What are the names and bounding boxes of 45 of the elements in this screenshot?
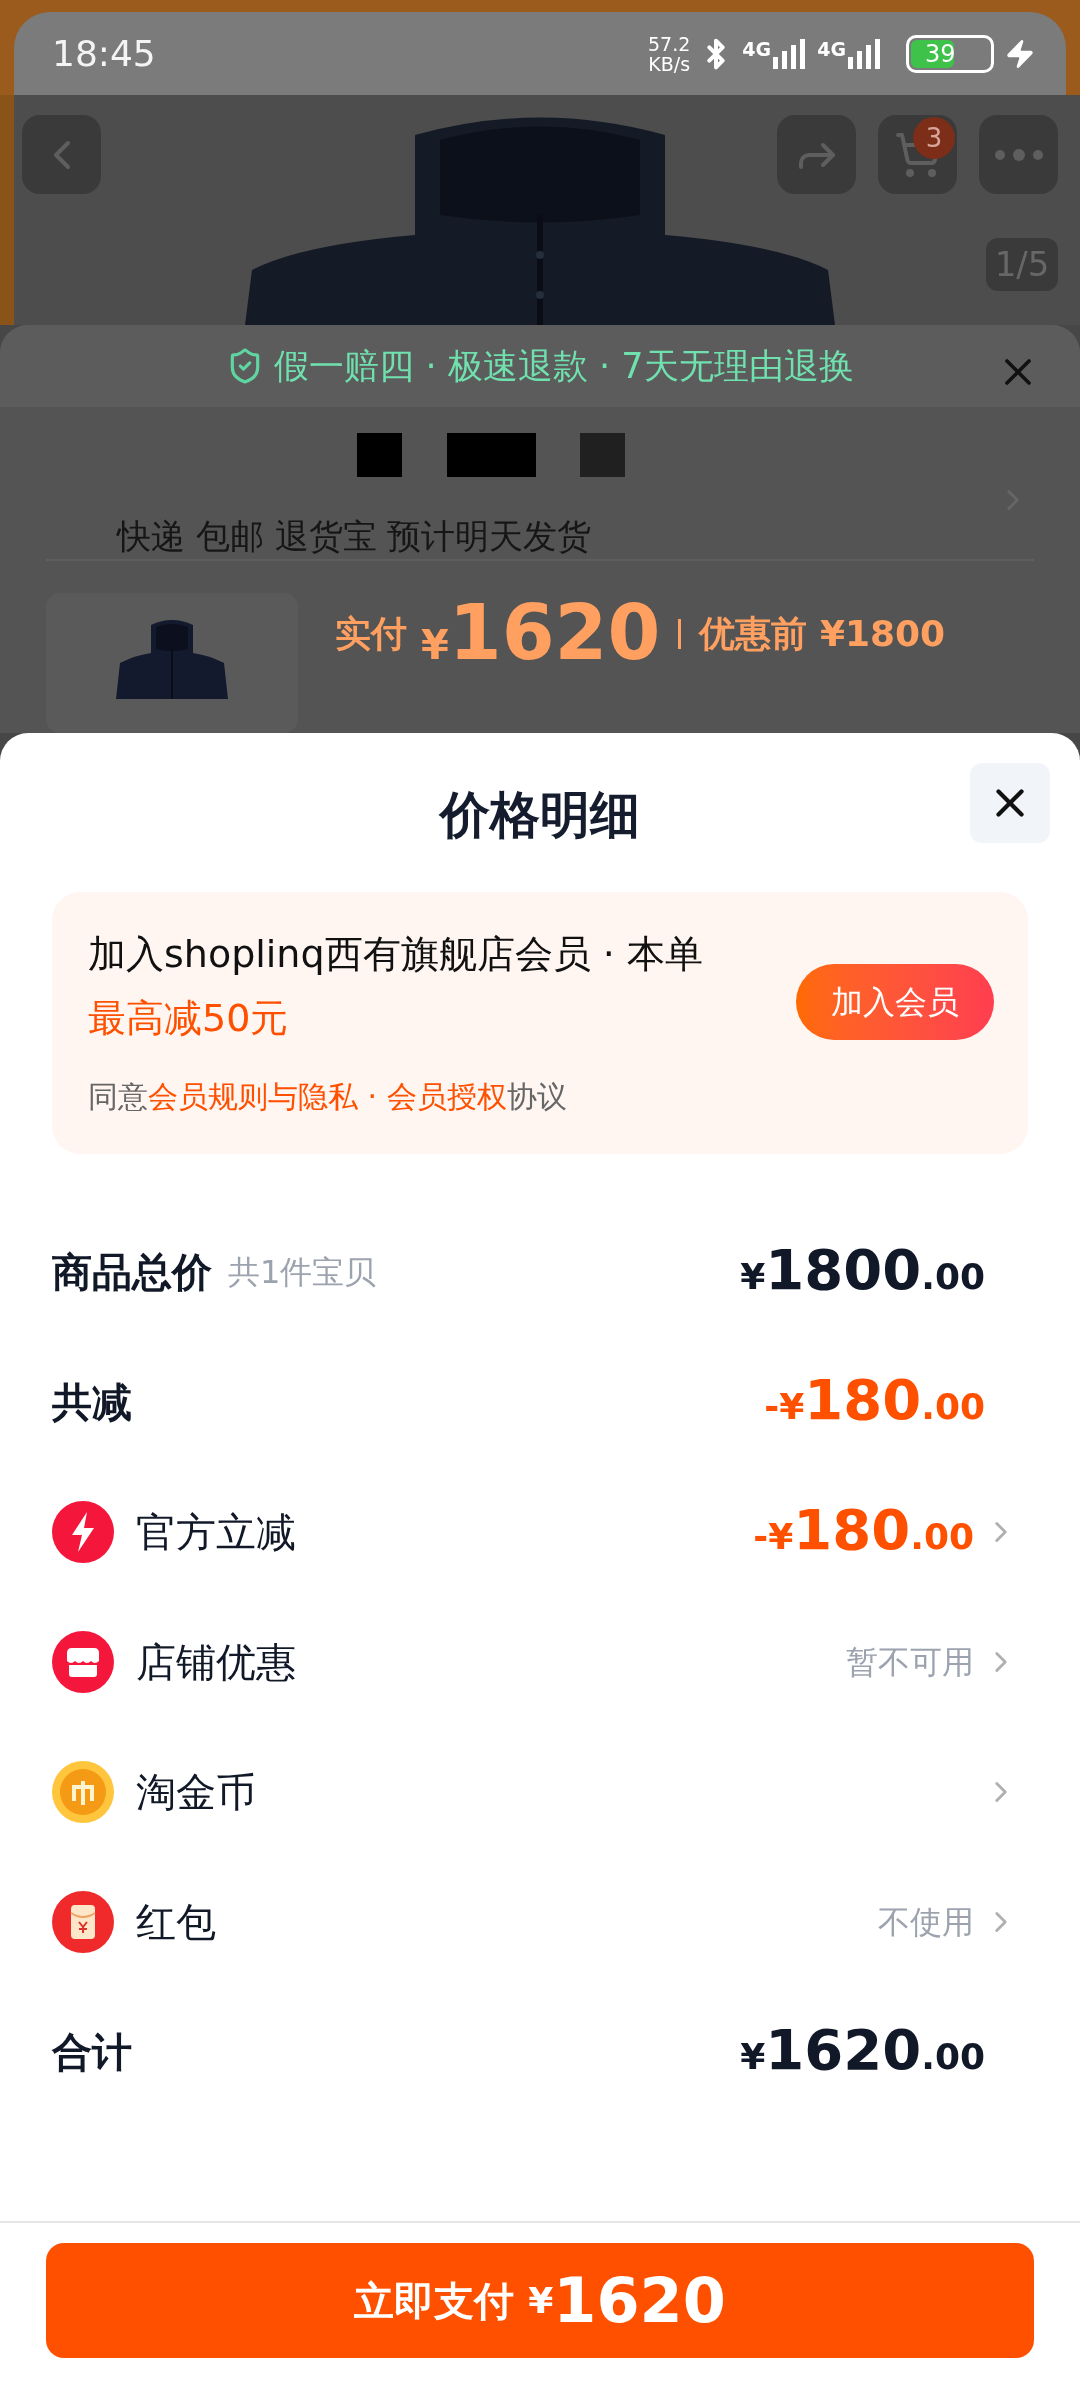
clock-time: 18:45	[52, 31, 156, 76]
paid-label: 实付	[335, 612, 407, 656]
signal-icon	[848, 38, 882, 69]
agreement-text: 同意会员规则与隐私 · 会员授权协议	[88, 1078, 568, 1116]
shipping-info: 快递 包邮 退货宝 预计明天发货	[117, 515, 592, 559]
item-count: 共1件宝贝	[228, 1252, 377, 1293]
join-member-button[interactable]: 加入会员	[796, 964, 994, 1040]
guarantee-text: 假一赔四 · 极速退款 · 7天无理由退换	[274, 344, 854, 388]
share-button[interactable]	[777, 115, 856, 194]
price-amount: -¥180.00	[753, 1500, 974, 1564]
cart-count-badge: 3	[913, 117, 955, 159]
cart-button[interactable]: 3	[878, 115, 957, 194]
price-amount: -¥180.00	[764, 1370, 985, 1434]
member-offer-text: 加入shoplinq西有旗舰店会员 · 本单 最高减50元	[88, 931, 704, 1042]
network-speed-unit: KB/s	[648, 53, 691, 74]
redaction-block	[580, 433, 625, 478]
more-icon	[993, 148, 1044, 161]
coin-icon	[52, 1761, 114, 1823]
back-button[interactable]	[22, 115, 101, 194]
paid-amount: ¥1620	[421, 593, 661, 675]
network-speed: 57.2	[648, 33, 691, 54]
row-label: 合计	[52, 2028, 132, 2077]
close-button[interactable]	[970, 763, 1050, 843]
lightning-icon	[52, 1501, 114, 1563]
agreement-link[interactable]: 会员规则与隐私	[148, 1079, 358, 1114]
discount-row[interactable]: 官方立减 -¥180.00	[0, 1467, 1080, 1597]
original-price: 优惠前 ¥1800	[699, 612, 946, 656]
more-button[interactable]	[979, 115, 1058, 194]
agreement-link[interactable]: 会员授权	[386, 1079, 507, 1114]
sheet-title: 价格明细	[440, 785, 640, 846]
row-label: 商品总价	[52, 1248, 212, 1297]
pay-button[interactable]: 立即支付 ¥1620	[46, 2243, 1034, 2358]
shop-icon	[52, 1631, 114, 1693]
network-type: 4G	[742, 38, 772, 59]
signal-icon	[773, 38, 808, 69]
discount-row[interactable]: 店铺优惠 暂不可用	[0, 1597, 1080, 1727]
money-envelope-icon	[52, 1891, 114, 1953]
price-amount: ¥1620.00	[740, 2020, 985, 2084]
discount-row[interactable]: 淘金币	[0, 1727, 1080, 1857]
redaction-block	[357, 433, 402, 478]
network-type: 4G	[817, 38, 846, 59]
price-amount: ¥1800.00	[740, 1240, 985, 1304]
row-label: 共减	[52, 1378, 132, 1427]
discount-row[interactable]: 红包 不使用	[0, 1857, 1080, 1987]
battery-indicator: 39	[906, 34, 994, 73]
